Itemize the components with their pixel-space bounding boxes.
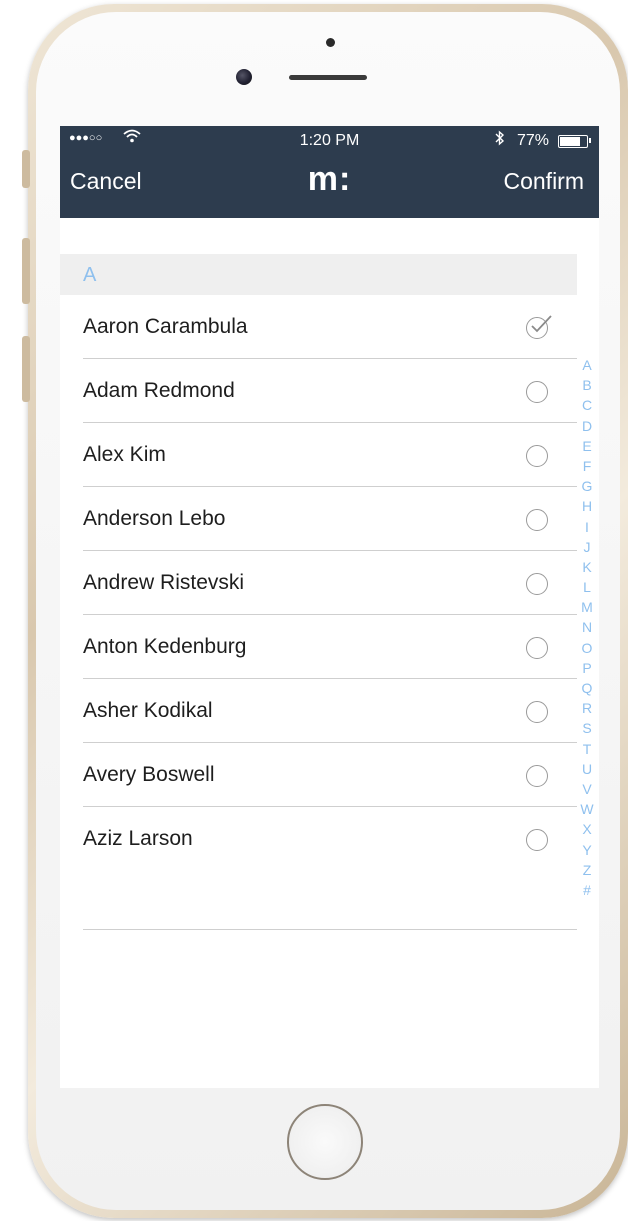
contact-name: Avery Boswell bbox=[83, 763, 215, 786]
contact-row[interactable]: Avery Boswell bbox=[60, 743, 577, 807]
contact-row[interactable]: Aziz Larson bbox=[60, 807, 577, 871]
unchecked-circle-icon[interactable] bbox=[526, 381, 548, 403]
contact-row[interactable]: Anderson Lebo bbox=[60, 487, 577, 551]
home-button[interactable] bbox=[287, 1104, 363, 1180]
index-letter[interactable]: N bbox=[579, 617, 595, 637]
contact-list: Aaron Carambula Adam Redmond Alex Kim Ander… bbox=[60, 295, 577, 871]
battery-percentage: 77% bbox=[517, 132, 550, 149]
volume-down-button bbox=[22, 336, 30, 402]
volume-up-button bbox=[22, 238, 30, 304]
bluetooth-icon bbox=[495, 130, 505, 150]
unchecked-circle-icon[interactable] bbox=[526, 445, 548, 467]
index-letter[interactable]: Q bbox=[579, 678, 595, 698]
index-letter[interactable]: M bbox=[579, 597, 595, 617]
index-letter[interactable]: F bbox=[579, 456, 595, 476]
list-end-divider bbox=[83, 929, 577, 930]
front-camera bbox=[236, 69, 252, 85]
navigation-bar: ●●●○○ 1:20 PM 77% Cancel m: Confirm bbox=[60, 126, 599, 218]
index-letter[interactable]: C bbox=[579, 395, 595, 415]
contact-row[interactable]: Asher Kodikal bbox=[60, 679, 577, 743]
index-letter[interactable]: Z bbox=[579, 860, 595, 880]
index-letter[interactable]: A bbox=[579, 355, 595, 375]
unchecked-circle-icon[interactable] bbox=[526, 701, 548, 723]
contact-name: Anton Kedenburg bbox=[83, 635, 247, 658]
index-letter[interactable]: T bbox=[579, 739, 595, 759]
unchecked-circle-icon[interactable] bbox=[526, 765, 548, 787]
index-letter[interactable]: L bbox=[579, 577, 595, 597]
index-letter[interactable]: B bbox=[579, 375, 595, 395]
unchecked-circle-icon[interactable] bbox=[526, 509, 548, 531]
section-header: A bbox=[60, 254, 577, 295]
index-letter[interactable]: K bbox=[579, 557, 595, 577]
battery-icon bbox=[558, 135, 588, 148]
index-letter[interactable]: E bbox=[579, 436, 595, 456]
index-letter[interactable]: I bbox=[579, 517, 595, 537]
contact-name: Asher Kodikal bbox=[83, 699, 213, 722]
index-letter[interactable]: H bbox=[579, 496, 595, 516]
index-letter[interactable]: R bbox=[579, 698, 595, 718]
index-letter[interactable]: S bbox=[579, 718, 595, 738]
section-header-label: A bbox=[83, 264, 97, 286]
index-letter[interactable]: V bbox=[579, 779, 595, 799]
index-letter[interactable]: # bbox=[579, 880, 595, 900]
index-letter[interactable]: J bbox=[579, 537, 595, 557]
mute-switch bbox=[22, 150, 30, 188]
contact-name: Adam Redmond bbox=[83, 379, 235, 402]
index-letter[interactable]: G bbox=[579, 476, 595, 496]
contact-name: Aaron Carambula bbox=[83, 315, 248, 338]
proximity-sensor bbox=[326, 38, 335, 47]
index-letter[interactable]: U bbox=[579, 759, 595, 779]
index-letter[interactable]: D bbox=[579, 416, 595, 436]
contact-name: Andrew Ristevski bbox=[83, 571, 245, 594]
index-letter[interactable]: P bbox=[579, 658, 595, 678]
contact-name: Alex Kim bbox=[83, 443, 166, 466]
battery-tip bbox=[589, 138, 591, 143]
status-bar: ●●●○○ 1:20 PM 77% bbox=[60, 126, 599, 156]
unchecked-circle-icon[interactable] bbox=[526, 829, 548, 851]
index-letter[interactable]: X bbox=[579, 819, 595, 839]
index-letter[interactable]: W bbox=[579, 799, 595, 819]
contact-row[interactable]: Anton Kedenburg bbox=[60, 615, 577, 679]
alphabet-index[interactable]: A B C D E F G H I J K L M N O P Q R S T U V W X Y Z # bbox=[579, 355, 595, 900]
checked-circle-icon[interactable] bbox=[526, 315, 552, 339]
unchecked-circle-icon[interactable] bbox=[526, 573, 548, 595]
contact-row[interactable]: Aaron Carambula bbox=[60, 295, 577, 359]
phone-screen: ●●●○○ 1:20 PM 77% Cancel m: Confirm A Aa… bbox=[60, 126, 599, 1088]
unchecked-circle-icon[interactable] bbox=[526, 637, 548, 659]
contact-row[interactable]: Adam Redmond bbox=[60, 359, 577, 423]
contact-name: Anderson Lebo bbox=[83, 507, 226, 530]
contact-row[interactable]: Andrew Ristevski bbox=[60, 551, 577, 615]
index-letter[interactable]: O bbox=[579, 638, 595, 658]
index-letter[interactable]: Y bbox=[579, 840, 595, 860]
earpiece-speaker bbox=[289, 75, 367, 80]
confirm-button[interactable]: Confirm bbox=[503, 168, 584, 195]
contact-row[interactable]: Alex Kim bbox=[60, 423, 577, 487]
contact-name: Aziz Larson bbox=[83, 827, 193, 850]
